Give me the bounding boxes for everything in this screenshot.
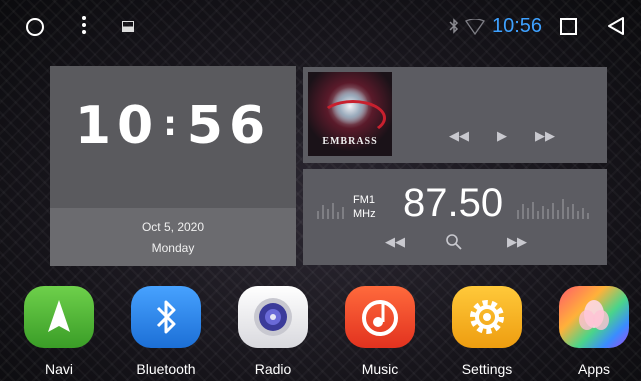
clock-time: 10:56 (50, 96, 296, 156)
navi-app-icon[interactable] (24, 286, 94, 348)
date-text: Oct 5, 2020 (141, 220, 205, 234)
radio-app-icon[interactable] (238, 286, 308, 348)
wifi-icon (465, 19, 485, 35)
overflow-menu-icon[interactable] (82, 16, 86, 38)
status-bar: 10:56 (0, 0, 641, 52)
settings-label: Settings (461, 361, 513, 377)
apps-label: Apps (578, 361, 610, 377)
gallery-icon (122, 21, 134, 32)
bluetooth-label: Bluetooth (136, 361, 196, 377)
radio-widget[interactable]: FM1 MHz 87.50 ◀◀ ▶▶ (303, 169, 607, 265)
album-art-title: EMBRASS (322, 136, 378, 147)
music-widget[interactable]: EMBRASS ◀◀ ▶ ▶▶ (303, 67, 607, 163)
weekday-text: Monday (151, 241, 195, 255)
home-circle-icon[interactable] (26, 18, 44, 36)
date-widget[interactable]: Oct 5, 2020 Monday (50, 208, 296, 266)
seek-forward-icon[interactable]: ▶▶ (507, 235, 527, 250)
settings-gear-icon (470, 300, 504, 334)
settings-app-icon[interactable] (452, 286, 522, 348)
next-icon[interactable]: ▶▶ (535, 129, 555, 144)
radio-frequency: 87.50 (403, 181, 504, 225)
back-icon[interactable] (606, 16, 626, 36)
previous-icon[interactable]: ◀◀ (449, 129, 469, 144)
clock-widget[interactable]: 10:56 (50, 66, 296, 208)
music-app-icon[interactable] (345, 286, 415, 348)
apps-app-icon[interactable] (559, 286, 629, 348)
apps-flower-icon (579, 300, 609, 330)
radio-band: FM1 (353, 194, 375, 206)
radio-label: Radio (254, 361, 292, 377)
bluetooth-app-icon[interactable] (131, 286, 201, 348)
seek-back-icon[interactable]: ◀◀ (385, 235, 405, 250)
status-time: 10:56 (492, 15, 543, 37)
album-art[interactable]: EMBRASS (308, 72, 392, 156)
recents-icon[interactable] (560, 18, 577, 35)
play-icon[interactable]: ▶ (497, 129, 507, 144)
search-icon[interactable] (445, 233, 463, 251)
clock-separator: : (163, 104, 183, 144)
bluetooth-icon (156, 300, 176, 334)
clock-minutes: 56 (186, 96, 272, 156)
navi-label: Navi (44, 361, 73, 377)
radio-icon (254, 298, 292, 336)
music-icon (362, 300, 398, 336)
bluetooth-icon (449, 18, 459, 34)
navi-icon (48, 300, 70, 332)
music-label: Music (361, 361, 399, 377)
clock-hours: 10 (74, 96, 160, 156)
radio-unit: MHz (353, 208, 376, 220)
